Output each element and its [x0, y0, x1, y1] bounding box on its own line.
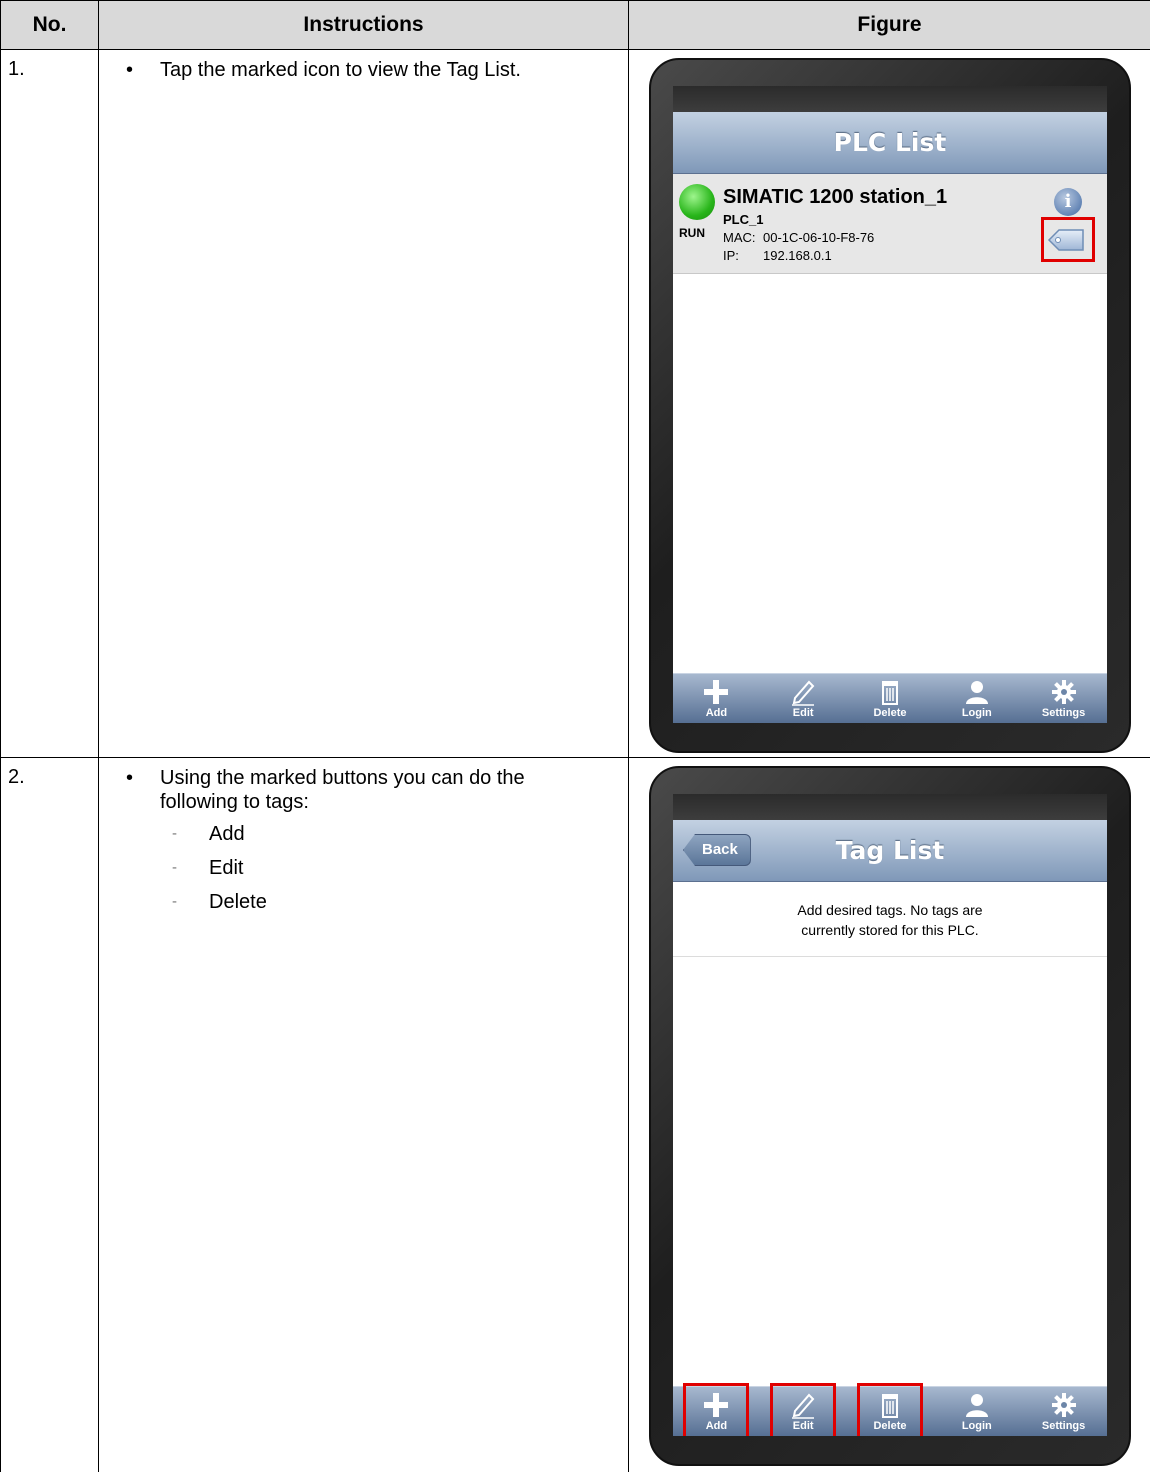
plc-name: PLC_1: [723, 212, 764, 227]
tab-settings[interactable]: Settings: [1034, 1391, 1094, 1432]
tab-add[interactable]: Add: [686, 678, 746, 719]
tab-edit[interactable]: Edit: [773, 678, 833, 719]
action-item: Add: [160, 817, 598, 851]
action-item: Delete: [160, 885, 598, 919]
user-icon: [965, 1394, 988, 1417]
tab-label: Edit: [792, 707, 814, 719]
action-item: Edit: [160, 851, 598, 885]
instruction-text: Using the marked buttons you can do the …: [160, 767, 525, 813]
step-row-2: 2. Using the marked buttons you can do t…: [0, 757, 1150, 1472]
step-figure: Back Tag List Add desired tags. No tags …: [628, 757, 1150, 1472]
tab-bar: Add Edit Delete Login Settings: [673, 1383, 1107, 1436]
tab-delete[interactable]: Delete: [860, 678, 920, 719]
pencil-icon: [792, 680, 815, 706]
highlight-box: [683, 1383, 750, 1436]
tab-label: Login: [961, 707, 992, 719]
info-icon[interactable]: i: [1054, 188, 1082, 216]
phone-screen: PLC List RUN SIMATIC 1200 station_1 PLC_…: [673, 86, 1107, 723]
step-figure: PLC List RUN SIMATIC 1200 station_1 PLC_…: [628, 49, 1150, 758]
step-number: 2.: [0, 757, 99, 1472]
tab-login[interactable]: Login: [947, 1391, 1007, 1432]
highlight-box: [770, 1383, 837, 1436]
tab-delete[interactable]: Delete: [856, 1383, 923, 1436]
tab-label: Delete: [873, 707, 907, 719]
header-figure: Figure: [628, 0, 1150, 50]
action-list: Add Edit Delete: [160, 817, 598, 919]
status-bar: [673, 794, 1107, 820]
run-status-label: RUN: [679, 226, 705, 240]
phone-screen: Back Tag List Add desired tags. No tags …: [673, 794, 1107, 1436]
ip-label: IP:: [723, 248, 739, 263]
tab-edit[interactable]: Edit: [770, 1383, 837, 1436]
ip-address: IP: 192.168.0.1: [723, 248, 832, 263]
tab-add[interactable]: Add: [683, 1383, 750, 1436]
instruction-bullet: Tap the marked icon to view the Tag List…: [99, 58, 628, 82]
trash-icon: [881, 681, 898, 705]
nav-bar: Back Tag List: [673, 820, 1107, 882]
ip-value: 192.168.0.1: [763, 248, 832, 263]
message-line: currently stored for this PLC.: [801, 922, 979, 938]
plc-list-item[interactable]: RUN SIMATIC 1200 station_1 PLC_1 MAC: 00-…: [673, 174, 1107, 274]
header-row: No. Instructions Figure: [0, 0, 1150, 50]
message-line: Add desired tags. No tags are: [797, 902, 983, 918]
header-instructions: Instructions: [98, 0, 629, 50]
user-icon: [965, 681, 988, 704]
highlight-box: [1041, 217, 1095, 262]
tab-login[interactable]: Login: [947, 678, 1007, 719]
tab-label: Settings: [1041, 707, 1086, 719]
plus-icon: [704, 680, 729, 704]
step-row-1: 1. Tap the marked icon to view the Tag L…: [0, 49, 1150, 758]
step-number: 1.: [0, 49, 99, 758]
mac-value: 00-1C-06-10-F8-76: [763, 230, 875, 245]
tab-label: Add: [705, 707, 728, 719]
tab-label: Settings: [1041, 1420, 1086, 1432]
gear-icon: [1051, 680, 1076, 704]
empty-state-message: Add desired tags. No tags are currently …: [673, 882, 1107, 957]
mac-label: MAC:: [723, 230, 756, 245]
station-name: SIMATIC 1200 station_1: [723, 186, 948, 208]
back-button[interactable]: Back: [683, 834, 751, 866]
nav-bar: PLC List: [673, 112, 1107, 174]
screen-title: PLC List: [833, 128, 947, 157]
header-no: No.: [0, 0, 99, 50]
phone-frame: PLC List RUN SIMATIC 1200 station_1 PLC_…: [649, 58, 1131, 753]
screen-title: Tag List: [835, 836, 945, 865]
mac-address: MAC: 00-1C-06-10-F8-76: [723, 230, 874, 245]
highlight-box: [856, 1383, 923, 1436]
phone-frame: Back Tag List Add desired tags. No tags …: [649, 766, 1131, 1466]
gear-icon: [1051, 1393, 1076, 1417]
run-status-led-icon: [679, 184, 715, 220]
tab-bar: Add Edit Delete Login Settings: [673, 673, 1107, 723]
tab-label: Login: [961, 1420, 992, 1432]
status-bar: [673, 86, 1107, 112]
step-instructions: Tap the marked icon to view the Tag List…: [98, 49, 629, 758]
tab-settings[interactable]: Settings: [1034, 678, 1094, 719]
instructions-table: No. Instructions Figure 1. Tap the marke…: [0, 0, 1150, 1472]
step-instructions: Using the marked buttons you can do the …: [98, 757, 629, 1472]
instruction-bullet: Using the marked buttons you can do the …: [99, 766, 628, 919]
